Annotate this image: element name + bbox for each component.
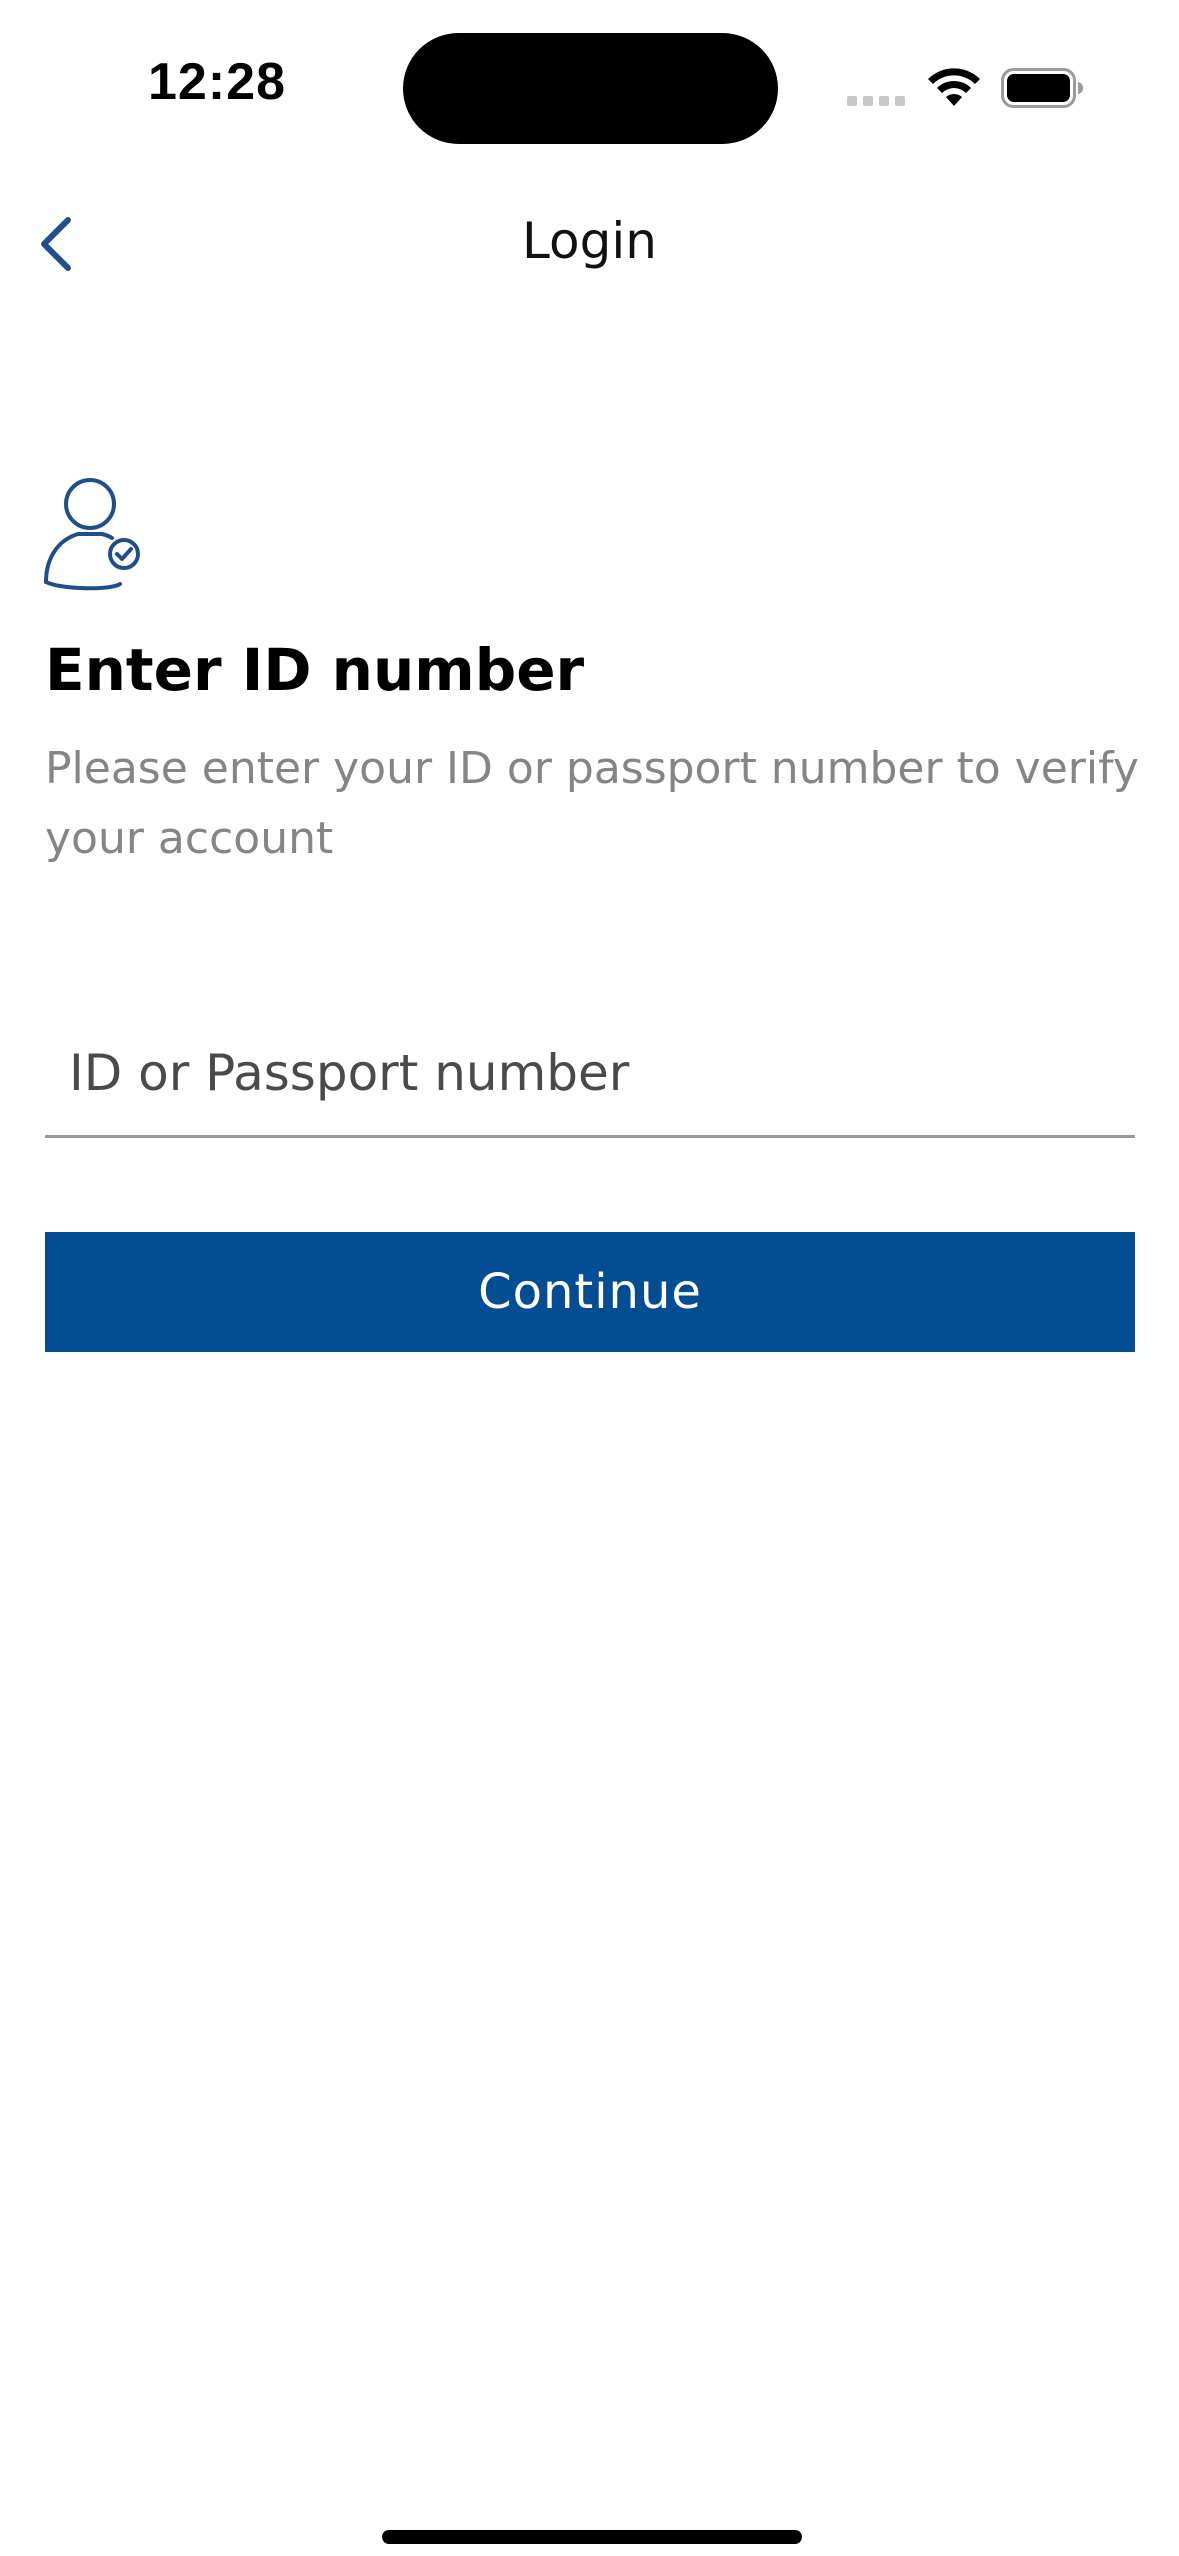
id-passport-input[interactable] — [45, 1010, 1135, 1138]
home-indicator — [382, 2530, 802, 2544]
user-verify-icon — [44, 478, 140, 591]
status-time: 12:28 — [148, 53, 286, 111]
continue-button[interactable]: Continue — [45, 1232, 1135, 1352]
instruction-text: Please enter your ID or passport number … — [45, 743, 1139, 864]
dynamic-island — [403, 33, 778, 144]
login-screen: 12:28 Login Enter ID number Please enter… — [0, 0, 1179, 2556]
wifi-icon — [928, 68, 980, 106]
battery-icon — [1001, 68, 1083, 108]
cellular-signal-icon — [847, 96, 905, 106]
heading: Enter ID number — [45, 636, 585, 704]
page-title: Login — [522, 212, 657, 270]
